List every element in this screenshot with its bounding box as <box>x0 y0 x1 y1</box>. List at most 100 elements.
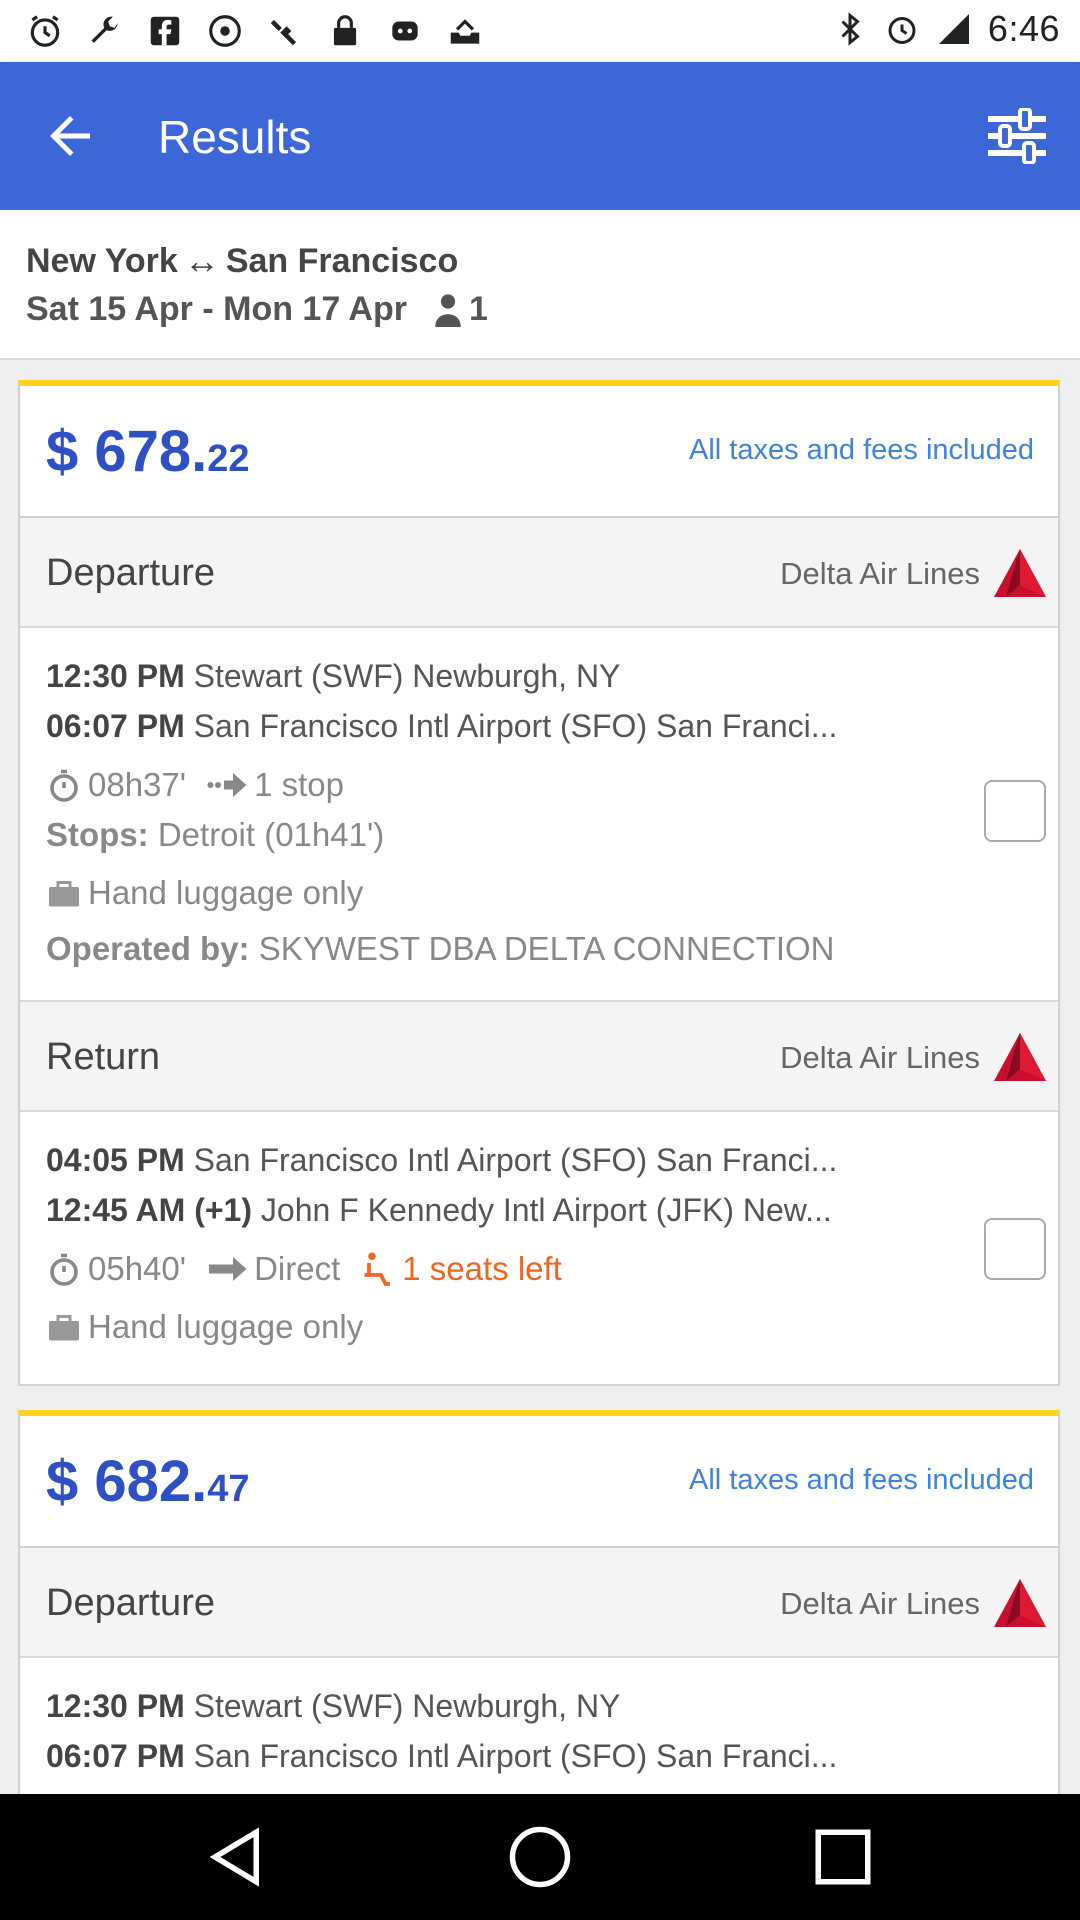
dep-airport: Stewart (SWF) Newburgh, NY <box>193 658 621 694</box>
luggage-info: Hand luggage only <box>88 1308 364 1345</box>
arrival-line: 12:45 AM (+1) John F Kennedy Intl Airpor… <box>46 1192 832 1229</box>
stopwatch-icon <box>50 1253 78 1286</box>
system-nav-bar <box>0 1794 1080 1920</box>
arr-time: 06:07 PM <box>46 1738 185 1774</box>
delta-logo-icon <box>994 549 1046 597</box>
duration: 05h40' <box>88 1250 187 1287</box>
select-return-checkbox[interactable] <box>984 1218 1046 1280</box>
status-bar: 6:46 <box>0 0 1080 62</box>
trip-dates: Sat 15 Apr - Mon 17 Apr <box>26 290 407 328</box>
tune-icon[interactable] <box>984 108 1050 164</box>
arr-airport: San Francisco Intl Airport (SFO) San Fra… <box>193 708 838 744</box>
price-row: $ 682.47 All taxes and fees included <box>20 1416 1058 1548</box>
departure-details: 12:30 PM Stewart (SWF) Newburgh, NY 06:0… <box>20 1658 1058 1794</box>
lock-icon <box>333 15 357 46</box>
dep-airport: Stewart (SWF) Newburgh, NY <box>193 1688 621 1724</box>
page-title: Results <box>158 111 312 163</box>
airline-name: Delta Air Lines <box>780 1040 980 1075</box>
price-main: $ 682. <box>46 1449 208 1514</box>
departure-header: Departure Delta Air Lines <box>20 518 1058 628</box>
dep-time: 12:30 PM <box>46 658 185 694</box>
departure-line: 12:30 PM Stewart (SWF) Newburgh, NY <box>46 1688 620 1725</box>
dep-time: 12:30 PM <box>46 1688 185 1724</box>
status-icons-right: 6:46 <box>832 8 1060 50</box>
price: $ 678.22 <box>46 418 250 485</box>
departure-header: Departure Delta Air Lines <box>20 1548 1058 1658</box>
person-icon <box>435 293 461 327</box>
segment-title: Departure <box>46 1582 215 1624</box>
duration-row: 05h40' Direct 1 seats left <box>46 1250 562 1288</box>
delta-logo-icon <box>994 1579 1046 1627</box>
arrow-back-icon[interactable] <box>40 106 100 166</box>
operated-by: SKYWEST DBA DELTA CONNECTION <box>258 930 835 967</box>
airline-name: Delta Air Lines <box>780 556 980 591</box>
stop-arrow-icon <box>207 773 247 797</box>
taxes-note: All taxes and fees included <box>689 1464 1034 1496</box>
dep-time: 04:05 PM <box>46 1142 185 1178</box>
price-cents: 22 <box>207 438 250 480</box>
back-triangle-icon[interactable] <box>204 1824 270 1890</box>
stops-row: Stops: Detroit (01h41') <box>46 816 384 854</box>
arrival-line: 06:07 PM San Francisco Intl Airport (SFO… <box>46 708 837 745</box>
operated-row: Operated by: SKYWEST DBA DELTA CONNECTIO… <box>46 930 835 968</box>
round-trip-icon: ↔ <box>183 240 220 281</box>
airline-name: Delta Air Lines <box>780 1586 980 1621</box>
arr-time: 12:45 AM (+1) <box>46 1192 252 1228</box>
alarm-icon <box>888 17 916 44</box>
passenger-number: 1 <box>469 290 488 328</box>
stopwatch-icon <box>50 769 78 802</box>
result-card[interactable]: $ 678.22 All taxes and fees included Dep… <box>18 380 1060 1386</box>
arr-airport: San Francisco Intl Airport (SFO) San Fra… <box>193 1738 838 1774</box>
luggage-row: Hand luggage only <box>46 874 363 912</box>
seat-icon <box>364 1252 391 1286</box>
mail-tray-icon <box>450 19 480 44</box>
search-summary[interactable]: New York ↔ San Francisco Sat 15 Apr - Mo… <box>0 210 1080 360</box>
result-card[interactable]: $ 682.47 All taxes and fees included Dep… <box>18 1410 1060 1794</box>
price-row: $ 678.22 All taxes and fees included <box>20 386 1058 518</box>
home-circle-icon[interactable] <box>507 1824 573 1890</box>
return-header: Return Delta Air Lines <box>20 1002 1058 1112</box>
arr-time: 06:07 PM <box>46 708 185 744</box>
return-details: 04:05 PM San Francisco Intl Airport (SFO… <box>20 1112 1058 1384</box>
operated-label: Operated by: <box>46 930 250 967</box>
departure-details: 12:30 PM Stewart (SWF) Newburgh, NY 06:0… <box>20 628 1058 1002</box>
fake-gps-icon <box>209 15 241 47</box>
luggage-info: Hand luggage only <box>88 874 364 911</box>
luggage-row: Hand luggage only <box>46 1308 363 1346</box>
status-icons-left <box>26 12 484 50</box>
clock-icon <box>30 15 60 47</box>
duration-row: 08h37' 1 stop <box>46 766 344 804</box>
route: New York ↔ San Francisco <box>26 240 458 282</box>
trip-dates-row: Sat 15 Apr - Mon 17 Apr 1 <box>26 290 488 329</box>
taxes-note: All taxes and fees included <box>689 434 1034 466</box>
stops-detail: Detroit (01h41') <box>157 816 385 853</box>
seats-left: 1 seats left <box>402 1250 562 1287</box>
briefcase-icon <box>49 881 79 907</box>
arrival-line: 06:07 PM San Francisco Intl Airport (SFO… <box>46 1738 837 1775</box>
wrench-icon <box>91 16 118 43</box>
robot-icon <box>392 21 418 41</box>
departure-line: 12:30 PM Stewart (SWF) Newburgh, NY <box>46 658 620 695</box>
signal-icon <box>938 14 969 44</box>
bluetooth-icon <box>841 12 860 46</box>
delta-logo-icon <box>994 1033 1046 1081</box>
status-time: 6:46 <box>987 8 1060 49</box>
passenger-count: 1 <box>433 290 488 329</box>
stops-label: Stops: <box>46 816 149 853</box>
arr-airport: John F Kennedy Intl Airport (JFK) New... <box>260 1192 832 1228</box>
origin-city: New York <box>26 241 178 280</box>
price-cents: 47 <box>207 1468 250 1510</box>
price: $ 682.47 <box>46 1448 250 1515</box>
app-bar: Results <box>0 62 1080 210</box>
price-main: $ 678. <box>46 419 208 484</box>
satellite-icon <box>270 19 297 46</box>
facebook-icon <box>150 16 180 46</box>
segment-title: Return <box>46 1036 161 1078</box>
recents-square-icon[interactable] <box>810 1824 876 1890</box>
stops-summary: 1 stop <box>254 766 344 803</box>
duration: 08h37' <box>88 766 187 803</box>
briefcase-icon <box>49 1315 79 1341</box>
direct-arrow-icon <box>209 1257 247 1281</box>
departure-line: 04:05 PM San Francisco Intl Airport (SFO… <box>46 1142 837 1179</box>
select-departure-checkbox[interactable] <box>984 780 1046 842</box>
